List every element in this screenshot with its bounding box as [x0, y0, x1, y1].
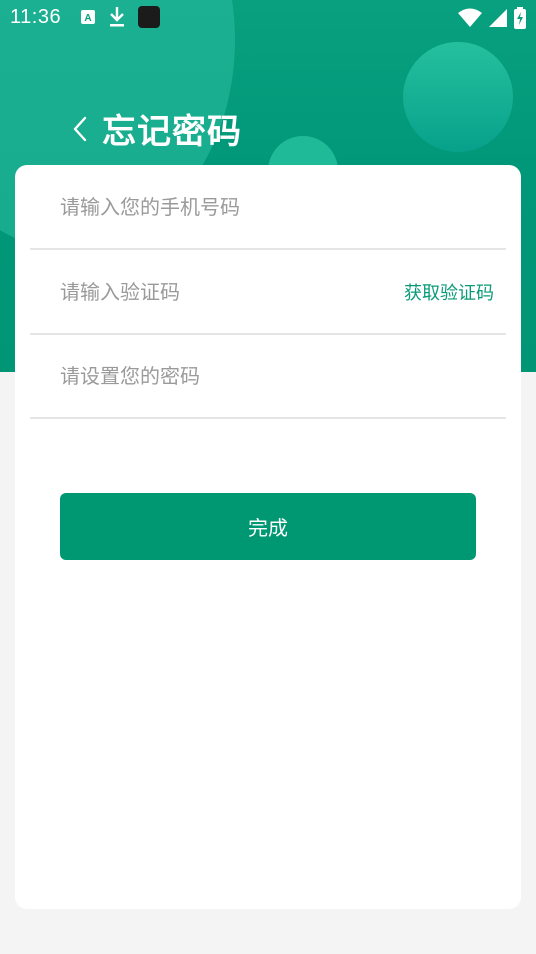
get-code-button[interactable]: 获取验证码: [404, 279, 494, 305]
decor-circle-right: [403, 42, 513, 152]
status-time: 11:36: [10, 6, 62, 28]
status-icons-right: [458, 7, 526, 33]
cell-signal-icon: [488, 8, 508, 32]
phone-input[interactable]: [30, 194, 400, 219]
wifi-icon: [458, 8, 482, 32]
download-icon: [108, 6, 126, 32]
form-card: 获取验证码 完成: [15, 165, 521, 909]
font-a-icon: A: [80, 9, 96, 29]
code-field-row: 获取验证码: [30, 250, 506, 335]
battery-charging-icon: [514, 7, 526, 33]
title-row: 忘记密码: [70, 104, 242, 153]
status-icons-left: A: [80, 6, 160, 32]
chevron-left-icon[interactable]: [70, 114, 90, 144]
verification-code-input[interactable]: [30, 279, 400, 304]
page-title: 忘记密码: [102, 112, 242, 152]
password-input[interactable]: [30, 363, 400, 388]
status-bar: 11:36 A: [0, 0, 536, 36]
svg-text:A: A: [84, 13, 91, 24]
password-field-row: [30, 334, 506, 419]
app-square-icon: [138, 6, 160, 32]
phone-field-row: [30, 165, 506, 250]
submit-button[interactable]: 完成: [60, 493, 476, 560]
